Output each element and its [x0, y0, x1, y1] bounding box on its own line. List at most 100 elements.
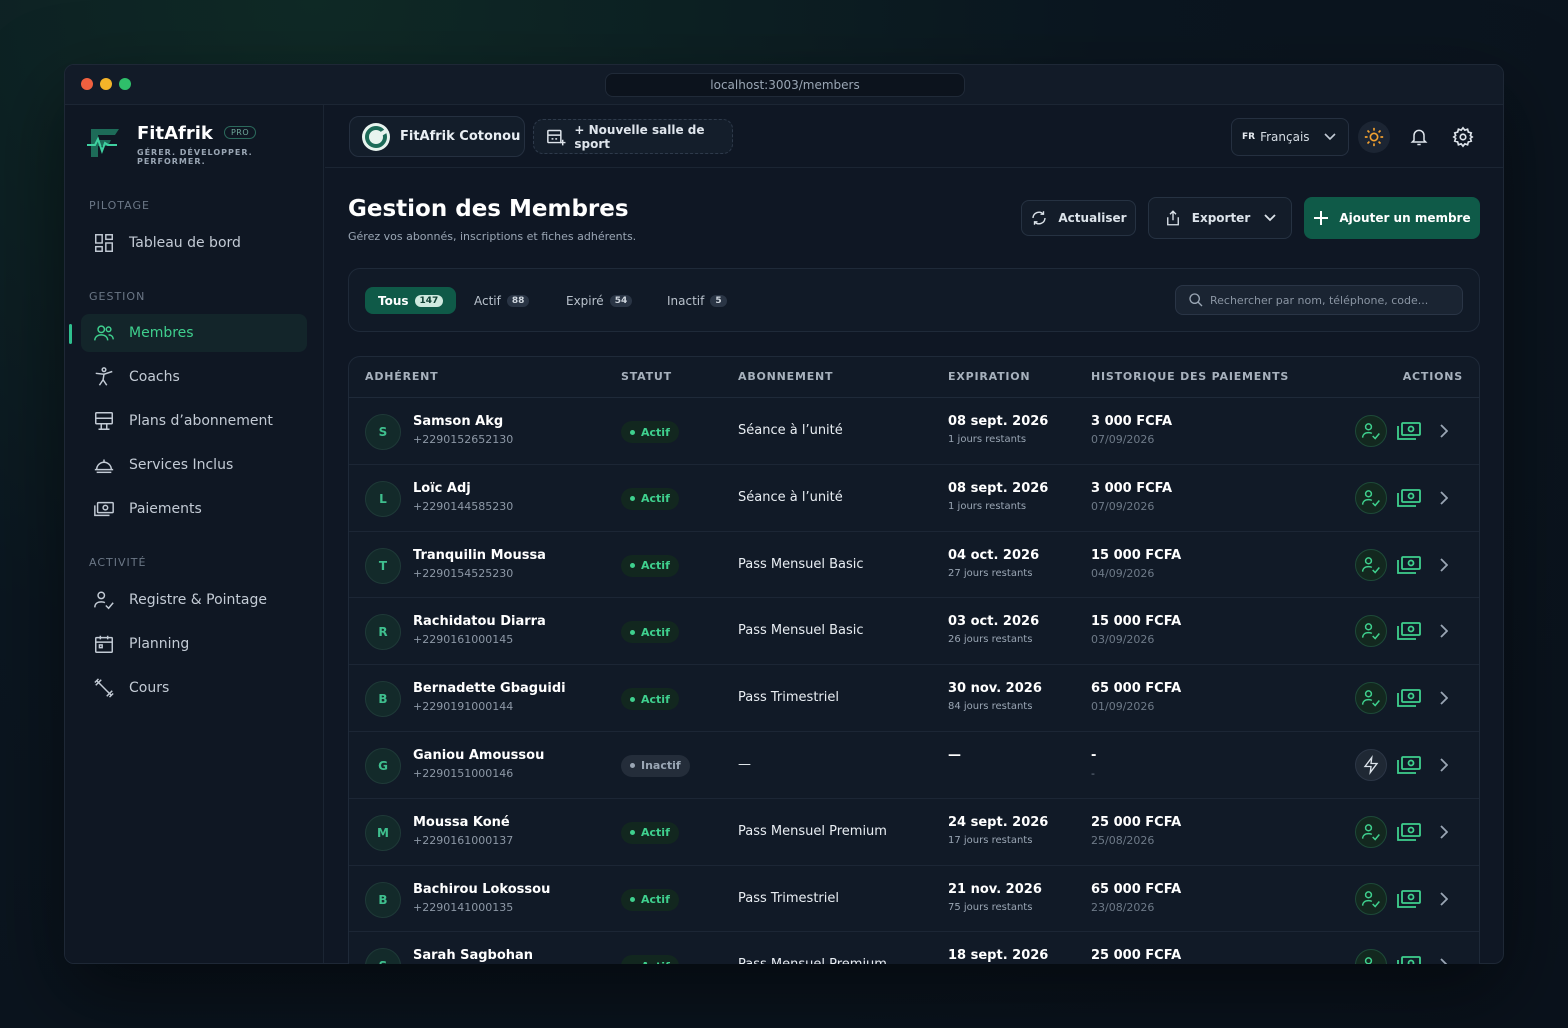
- row-details-button[interactable]: [1431, 816, 1457, 848]
- avatar: B: [365, 681, 401, 718]
- payment-button[interactable]: [1393, 949, 1425, 964]
- chevron-right-icon: [1440, 891, 1448, 906]
- row-details-button[interactable]: [1431, 682, 1457, 714]
- tab-label: Actif: [474, 293, 501, 308]
- status-label: Actif: [641, 559, 670, 573]
- payment-button[interactable]: [1393, 615, 1425, 647]
- table-row[interactable]: S Sarah Sagbohan Actif Pass Mensuel Premium…: [349, 932, 1479, 964]
- payment-date: -: [1091, 766, 1095, 780]
- payment-date: 25/08/2026: [1091, 833, 1155, 847]
- row-details-button[interactable]: [1431, 949, 1457, 964]
- payment-button[interactable]: [1393, 482, 1425, 514]
- tab-tous[interactable]: Tous 147: [365, 287, 457, 314]
- expiration-date: 08 sept. 2026: [948, 480, 1049, 496]
- checkin-button[interactable]: [1355, 615, 1387, 648]
- avatar: L: [365, 480, 401, 517]
- payment-amount: 15 000 FCFA: [1091, 614, 1182, 630]
- table-row[interactable]: R Rachidatou Diarra +2290161000145 Actif Pas…: [349, 598, 1479, 666]
- member-name[interactable]: Moussa Koné: [413, 815, 510, 830]
- activate-button[interactable]: [1355, 748, 1387, 781]
- export-label: Exporter: [1191, 211, 1251, 225]
- export-button[interactable]: Exporter: [1148, 197, 1292, 239]
- table-row[interactable]: L Loïc Adj +2290144585230 Actif Séance à l’u…: [349, 465, 1479, 532]
- avatar: M: [365, 814, 401, 851]
- row-details-button[interactable]: [1431, 749, 1457, 781]
- table-row[interactable]: S Samson Akg +2290152652130 Actif Séance à l…: [349, 398, 1479, 465]
- member-name[interactable]: Ganiou Amoussou: [413, 748, 544, 763]
- status-dot: [630, 763, 635, 769]
- checkin-button[interactable]: [1355, 481, 1387, 514]
- payment-button[interactable]: [1393, 883, 1425, 915]
- chevron-right-icon: [1440, 557, 1448, 572]
- avatar: B: [365, 881, 401, 918]
- user-check-icon: [1361, 556, 1380, 574]
- subscription-plan: Séance à l’unité: [738, 489, 843, 505]
- payment-button[interactable]: [1393, 749, 1425, 781]
- member-name[interactable]: Rachidatou Diarra: [413, 614, 546, 629]
- table-row[interactable]: G Ganiou Amoussou +2290151000146 Inactif — — -…: [349, 732, 1479, 799]
- status-dot: [630, 897, 635, 903]
- row-details-button[interactable]: [1431, 415, 1457, 447]
- checkin-button[interactable]: [1355, 548, 1387, 581]
- add-member-button[interactable]: Ajouter un membre: [1304, 197, 1480, 239]
- payment-date: 07/09/2026: [1091, 499, 1155, 513]
- payment-button[interactable]: [1393, 415, 1425, 447]
- table-row[interactable]: M Moussa Koné +2290161000137 Actif Pass Mens…: [349, 799, 1479, 866]
- tab-count: 54: [609, 294, 633, 307]
- member-phone: +2290154525230: [413, 566, 514, 580]
- column-header-adherent[interactable]: ADHÉRENT: [365, 370, 438, 383]
- search-icon: [1189, 293, 1203, 307]
- avatar: G: [365, 747, 401, 784]
- payment-amount: 3 000 FCFA: [1091, 480, 1173, 496]
- expiration-date: 08 sept. 2026: [948, 414, 1049, 429]
- column-header-expiration[interactable]: EXPIRATION: [948, 370, 1030, 383]
- money-icon: [1397, 889, 1421, 908]
- checkin-button[interactable]: [1355, 815, 1387, 848]
- checkin-button[interactable]: [1355, 415, 1387, 447]
- table-row[interactable]: T Tranquilin Moussa +2290154525230 Actif Pas…: [349, 532, 1479, 599]
- tab-expire[interactable]: Expiré 54: [553, 287, 645, 314]
- money-icon: [1397, 488, 1421, 507]
- status-dot: [630, 696, 635, 702]
- checkin-button[interactable]: [1355, 682, 1387, 715]
- member-name[interactable]: Bachirou Lokossou: [413, 882, 550, 897]
- tab-actif[interactable]: Actif 88: [461, 287, 542, 314]
- money-icon: [1397, 555, 1421, 574]
- column-header-statut[interactable]: STATUT: [621, 370, 672, 383]
- status-badge: Actif: [621, 955, 679, 964]
- column-header-abonnement[interactable]: ABONNEMENT: [738, 370, 833, 383]
- money-icon: [1397, 756, 1421, 774]
- row-details-button[interactable]: [1431, 482, 1457, 514]
- search-box[interactable]: [1175, 285, 1463, 315]
- refresh-label: Actualiser: [1058, 211, 1127, 225]
- member-name[interactable]: Loïc Adj: [413, 481, 471, 496]
- payment-button[interactable]: [1393, 816, 1425, 848]
- member-name[interactable]: Sarah Sagbohan: [413, 948, 533, 963]
- table-row[interactable]: B Bachirou Lokossou +2290141000135 Actif Pas…: [349, 866, 1479, 933]
- search-input[interactable]: [1210, 293, 1450, 307]
- status-dot: [630, 830, 635, 836]
- payment-button[interactable]: [1393, 682, 1425, 714]
- main-content: Gestion des Membres Gérez vos abonnés, i…: [64, 64, 1504, 964]
- status-label: Actif: [641, 960, 670, 964]
- member-phone: +2290141000135: [413, 900, 514, 914]
- payment-button[interactable]: [1393, 549, 1425, 581]
- subscription-plan: Pass Trimestriel: [738, 890, 839, 906]
- member-name[interactable]: Tranquilin Moussa: [413, 548, 546, 563]
- table-row[interactable]: B Bernadette Gbaguidi +2290191000144 Actif P…: [349, 665, 1479, 732]
- member-name[interactable]: Samson Akg: [413, 414, 503, 429]
- row-details-button[interactable]: [1431, 549, 1457, 581]
- member-name[interactable]: Bernadette Gbaguidi: [413, 681, 566, 696]
- refresh-button[interactable]: Actualiser: [1021, 200, 1136, 236]
- payment-amount: 65 000 FCFA: [1091, 881, 1182, 897]
- column-header-historique[interactable]: HISTORIQUE DES PAIEMENTS: [1091, 370, 1289, 383]
- row-details-button[interactable]: [1431, 883, 1457, 915]
- row-details-button[interactable]: [1431, 615, 1457, 647]
- tab-inactif[interactable]: Inactif 5: [654, 287, 740, 314]
- share-icon: [1166, 210, 1179, 226]
- checkin-button[interactable]: [1355, 882, 1387, 915]
- tab-count: 88: [506, 294, 530, 307]
- days-remaining: 1 jours restants: [948, 500, 1027, 512]
- chevron-down-icon: [1264, 214, 1276, 222]
- checkin-button[interactable]: [1355, 949, 1387, 964]
